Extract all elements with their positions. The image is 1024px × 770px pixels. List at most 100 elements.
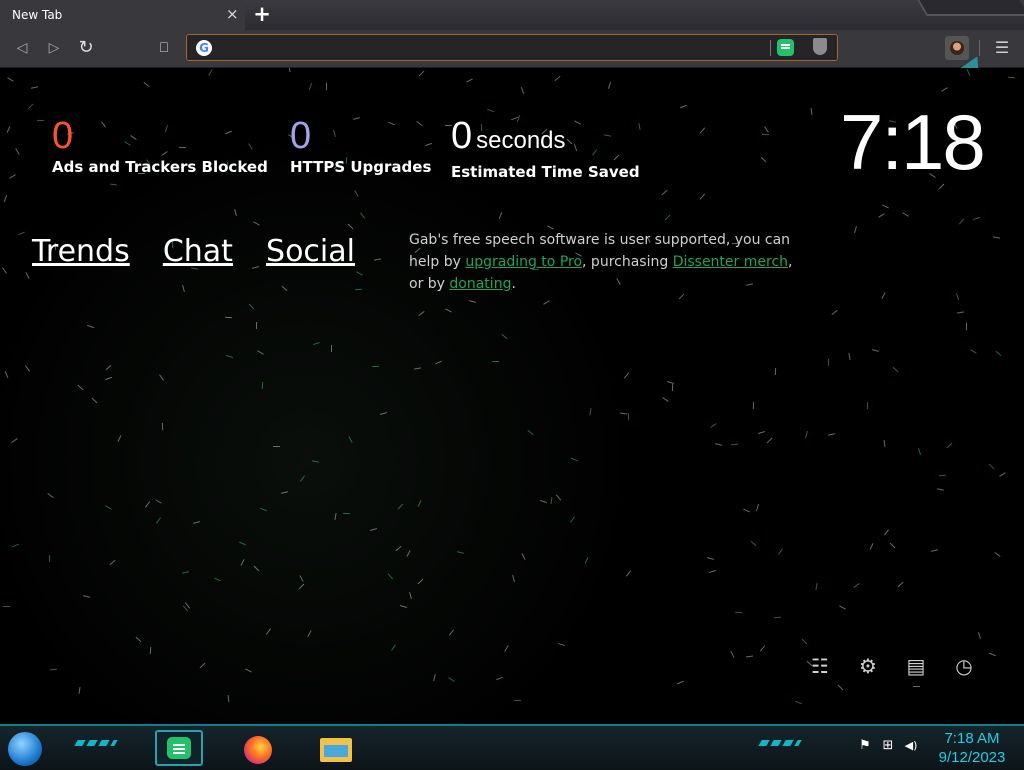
background-streak <box>257 350 264 355</box>
background-streak <box>370 527 377 532</box>
background-streak <box>224 316 233 319</box>
background-streak <box>273 446 280 447</box>
background-streak <box>149 646 152 655</box>
background-streak <box>260 507 267 512</box>
background-streak <box>795 700 802 705</box>
background-streak <box>966 323 967 330</box>
background-streak <box>325 82 328 91</box>
settings-gear-icon[interactable]: ⚙ <box>856 654 880 678</box>
background-streak <box>468 300 477 303</box>
background-streak <box>941 87 948 92</box>
url-input[interactable] <box>219 37 763 60</box>
link-chat[interactable]: Chat <box>163 234 233 269</box>
background-streak <box>265 628 272 635</box>
background-streak <box>999 472 1006 477</box>
time-saved-unit: seconds <box>476 127 566 154</box>
background-streak <box>487 108 494 113</box>
link-social[interactable]: Social <box>266 234 355 269</box>
new-tab-button[interactable]: + <box>252 4 272 25</box>
background-streak <box>759 645 766 652</box>
background-streak <box>869 543 874 550</box>
top-links: Trends Chat Social <box>32 234 383 269</box>
flag-icon[interactable]: ⚑ <box>857 738 873 754</box>
background-streak <box>359 212 366 219</box>
https-upgrades-label: HTTPS Upgrades <box>290 158 432 176</box>
background-streak <box>970 349 977 354</box>
background-streak <box>871 349 880 352</box>
taskbar-dissenter-icon[interactable] <box>155 730 203 766</box>
background-streak <box>347 223 354 230</box>
background-streak <box>2 605 11 608</box>
background-streak <box>625 570 632 577</box>
link-trends[interactable]: Trends <box>32 234 130 269</box>
background-streak <box>750 540 757 547</box>
background-streak <box>699 193 706 200</box>
background-streak <box>9 174 16 179</box>
shield-icon[interactable] <box>813 38 827 55</box>
address-bar[interactable]: G <box>186 34 838 61</box>
volume-icon[interactable]: ◀) <box>903 738 919 754</box>
background-streak <box>854 225 857 234</box>
background-streak <box>883 529 890 536</box>
background-streak <box>24 365 31 372</box>
background-streak <box>706 557 715 560</box>
tab-close-icon[interactable]: × <box>226 6 239 22</box>
background-streak <box>18 231 25 236</box>
taskbar-firefox-icon[interactable] <box>236 730 284 766</box>
back-icon[interactable]: ◁ <box>10 36 34 60</box>
reload-icon[interactable]: ↻ <box>74 36 98 60</box>
profile-avatar[interactable] <box>945 36 969 60</box>
background-streak <box>240 559 245 566</box>
time-saved-label: Estimated Time Saved <box>451 163 640 181</box>
upgrade-pro-link[interactable]: upgrading to Pro <box>465 254 582 270</box>
background-streak <box>745 655 754 658</box>
background-streak <box>159 374 164 381</box>
browser-toolbar: ◁ ▷ ↻ ⎕ G ☰ <box>0 30 1024 68</box>
background-streak <box>743 508 750 513</box>
network-icon[interactable]: ⊞ <box>880 738 896 754</box>
background-streak <box>699 127 706 134</box>
background-streak <box>6 126 11 133</box>
bookmarks-icon[interactable]: ▤ <box>904 654 928 678</box>
menu-icon[interactable]: ☰ <box>992 36 1012 60</box>
background-streak <box>810 107 813 116</box>
background-streak <box>989 652 996 657</box>
background-streak <box>445 308 452 313</box>
background-streak <box>311 460 320 463</box>
bookmark-icon[interactable]: ⎕ <box>152 36 176 60</box>
background-streak <box>418 70 425 77</box>
background-streak <box>380 411 387 416</box>
background-streak <box>144 501 151 508</box>
background-streak <box>91 397 98 404</box>
background-streak <box>117 435 122 442</box>
customize-icon[interactable]: ☷ <box>808 654 832 678</box>
background-streak <box>181 571 190 574</box>
history-icon[interactable]: ◷ <box>952 654 976 678</box>
dissenter-merch-link[interactable]: Dissenter merch <box>673 254 788 270</box>
background-streak <box>897 581 904 588</box>
background-streak <box>199 662 206 669</box>
taskbar-file-explorer-icon[interactable] <box>313 730 361 766</box>
background-streak <box>47 492 54 499</box>
taskbar: ⚑ ⊞ ◀) 7:18 AM 9/12/2023 <box>0 724 1024 770</box>
background-streak <box>192 521 201 524</box>
tab-new-tab[interactable]: New Tab × <box>0 0 245 30</box>
system-clock[interactable]: 7:18 AM 9/12/2023 <box>934 729 1010 767</box>
background-streak <box>161 422 164 431</box>
background-streak <box>714 443 723 446</box>
background-streak <box>966 69 971 76</box>
background-streak <box>456 551 465 554</box>
start-button[interactable] <box>8 732 42 766</box>
google-icon: G <box>196 40 212 56</box>
background-streak <box>36 119 45 122</box>
background-streak <box>831 309 838 316</box>
stat-time-saved: 0 seconds Estimated Time Saved <box>451 116 640 181</box>
background-streak <box>12 543 19 548</box>
donating-link[interactable]: donating <box>449 276 511 292</box>
background-streak <box>288 68 291 73</box>
background-streak <box>356 271 363 276</box>
forward-icon[interactable]: ▷ <box>42 36 66 60</box>
background-streak <box>227 694 230 703</box>
background-streak <box>554 75 561 82</box>
dissenter-comment-icon[interactable] <box>777 39 794 56</box>
